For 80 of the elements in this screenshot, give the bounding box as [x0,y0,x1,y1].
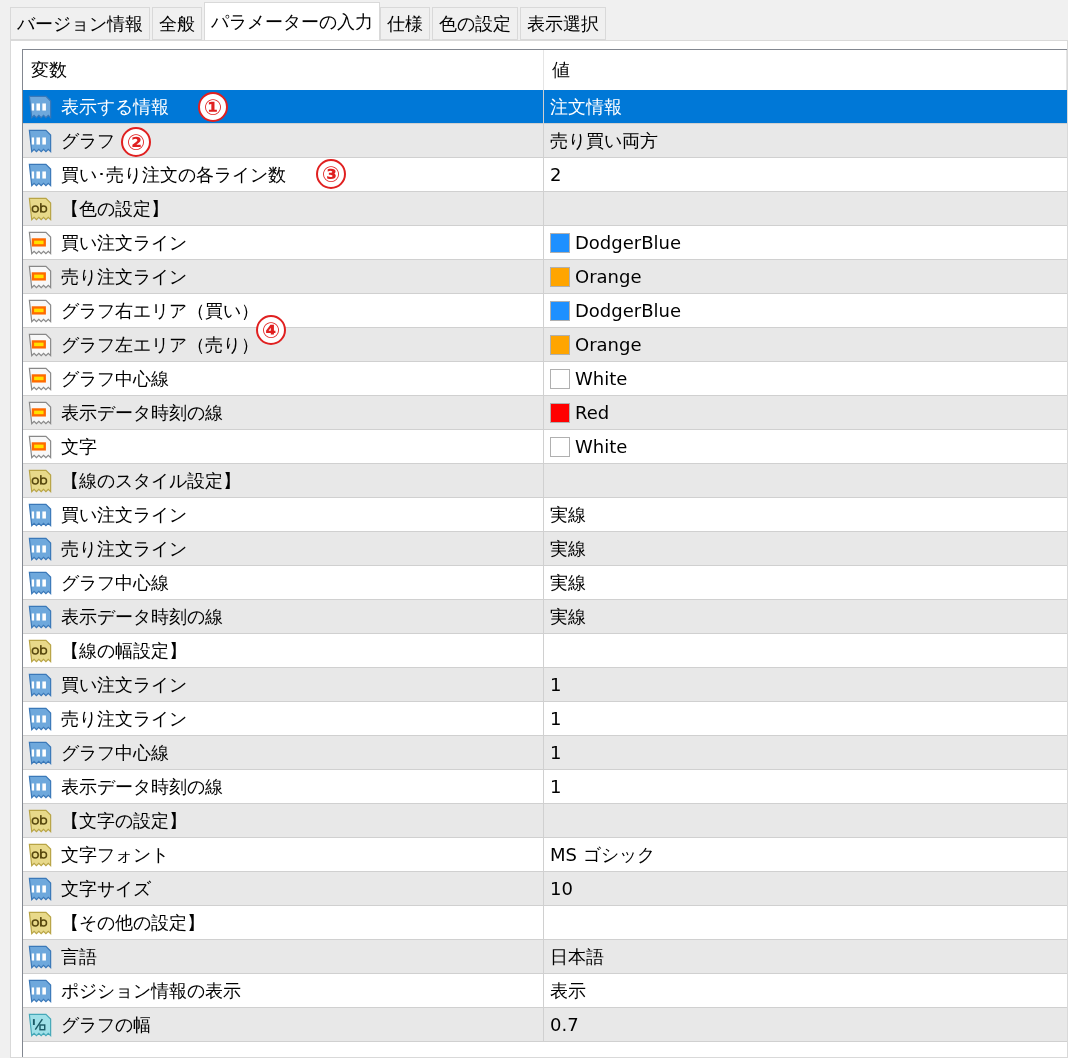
tab[interactable]: 全般 [152,7,202,40]
value-text: 1 [550,674,562,695]
variable-name: グラフ [61,128,115,153]
variable-name: 【文字の設定】 [61,808,187,833]
variable-name: グラフ中心線 [61,366,169,391]
table-row[interactable]: グラフ中心線 White [23,362,1067,396]
table-row[interactable]: 売り注文ライン 実線 [23,532,1067,566]
value-text: 実線 [550,570,586,595]
variable-name: 売り注文ライン [61,706,187,731]
table-row[interactable]: 表示データ時刻の線 1 [23,770,1067,804]
table-row[interactable]: 表示データ時刻の線 実線 [23,600,1067,634]
table-row[interactable]: 売り注文ライン Orange [23,260,1067,294]
variable-name: 買い･売り注文の各ライン数 [61,162,286,187]
value-text: 10 [550,878,573,899]
variable-name: 買い注文ライン [61,672,187,697]
value-text: 実線 [550,536,586,561]
table-row[interactable]: 【文字の設定】 [23,804,1067,838]
value-text: 実線 [550,502,586,527]
variable-name: 表示データ時刻の線 [61,604,223,629]
value-text: Red [575,402,610,423]
variable-name: 【その他の設定】 [61,910,205,935]
value-text: 2 [550,164,562,185]
value-text: 1 [550,742,562,763]
table-row[interactable]: 文字サイズ 10 [23,872,1067,906]
value-text: White [575,436,628,457]
variable-name: 表示データ時刻の線 [61,774,223,799]
variable-name: 表示データ時刻の線 [61,400,223,425]
variable-name: 買い注文ライン [61,502,187,527]
table-row[interactable]: 買い注文ライン 1 [23,668,1067,702]
value-text: 実線 [550,604,586,629]
variable-name: 文字サイズ [61,876,151,901]
table-row[interactable]: 【線の幅設定】 [23,634,1067,668]
table-row[interactable]: 【色の設定】 [23,192,1067,226]
table-row[interactable]: 文字 White [23,430,1067,464]
table-row[interactable]: 言語 日本語 [23,940,1067,974]
value-text: 1 [550,776,562,797]
variable-name: グラフ中心線 [61,570,169,595]
table-row[interactable]: グラフ中心線 実線 [23,566,1067,600]
value-text: Orange [575,266,642,287]
variable-name: 文字 [61,434,97,459]
value-text: 注文情報 [550,94,622,119]
variable-name: 【線の幅設定】 [61,638,187,663]
table-row[interactable]: グラフの幅 0.7 [23,1008,1067,1042]
variable-name: 売り注文ライン [61,536,187,561]
variable-name: 表示する情報 [61,94,169,119]
table-row[interactable]: グラフ中心線 1 [23,736,1067,770]
tab[interactable]: パラメーターの入力 [204,2,380,40]
variable-name: 買い注文ライン [61,230,187,255]
table-row[interactable]: ポジション情報の表示 表示 [23,974,1067,1008]
variable-name: 【色の設定】 [61,196,169,221]
value-text: 1 [550,708,562,729]
variable-name: グラフ右エリア（買い） [61,298,259,323]
variable-name: 売り注文ライン [61,264,187,289]
table-row[interactable]: 表示データ時刻の線 Red [23,396,1067,430]
variable-name: グラフ中心線 [61,740,169,765]
variable-name: 言語 [61,944,97,969]
variable-name: グラフ左エリア（売り） [61,332,259,357]
table-row[interactable]: 売り注文ライン 1 [23,702,1067,736]
value-text: Orange [575,334,642,355]
value-text: 0.7 [550,1014,579,1035]
table-row[interactable]: 文字フォント MS ゴシック [23,838,1067,872]
value-text: DodgerBlue [575,232,682,253]
table-row[interactable]: 【その他の設定】 [23,906,1067,940]
tab[interactable]: 表示選択 [520,7,606,40]
variable-name: 【線のスタイル設定】 [61,468,241,493]
table-row[interactable]: 買い注文ライン 実線 [23,498,1067,532]
value-text: DodgerBlue [575,300,682,321]
value-text: 売り買い両方 [550,128,658,153]
variable-name: グラフの幅 [61,1012,151,1037]
tab[interactable]: バージョン情報 [10,7,150,40]
variable-name: ポジション情報の表示 [61,978,241,1003]
tab[interactable]: 仕様 [380,7,430,40]
table-row[interactable]: 買い注文ライン DodgerBlue [23,226,1067,260]
value-text: 日本語 [550,944,604,969]
value-text: MS ゴシック [550,842,655,867]
value-text: White [575,368,628,389]
tab[interactable]: 色の設定 [432,7,518,40]
table-row[interactable]: 【線のスタイル設定】 [23,464,1067,498]
value-text: 表示 [550,978,586,1003]
variable-name: 文字フォント [61,842,169,867]
